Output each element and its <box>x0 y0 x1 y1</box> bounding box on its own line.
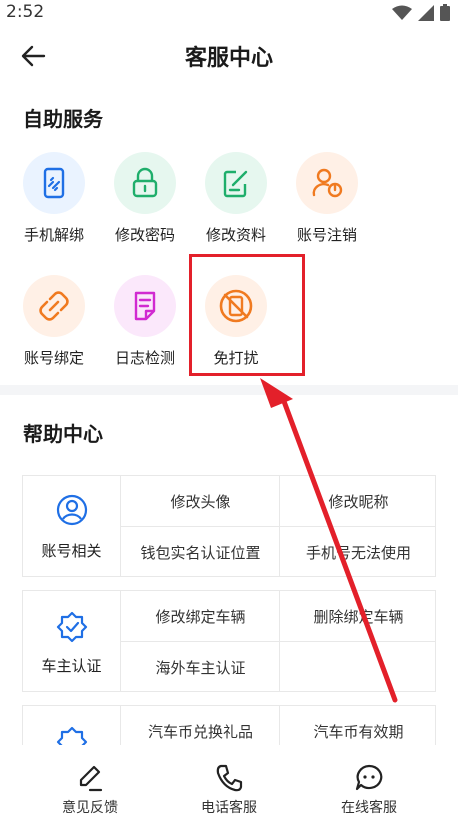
help-item[interactable]: 修改绑定车辆 <box>122 591 279 641</box>
service-label: 修改资料 <box>205 226 266 244</box>
bottom-bar: 意见反馈 电话客服 在线客服 <box>0 745 458 820</box>
service-icon-bg <box>205 152 267 214</box>
service-log-check[interactable]: 日志检测 <box>100 275 190 385</box>
tab-label: 意见反馈 <box>62 800 118 816</box>
link-icon <box>39 291 69 321</box>
service-icon-bg <box>296 152 358 214</box>
log-icon <box>134 291 156 321</box>
phone-unlink-icon <box>43 167 65 199</box>
service-icon-bg <box>114 152 176 214</box>
lock-icon <box>132 167 158 198</box>
service-icon-bg <box>23 152 85 214</box>
help-group-label: 车主认证 <box>41 657 102 675</box>
status-time: 2:52 <box>6 2 45 22</box>
service-icon-bg <box>114 275 176 337</box>
help-item[interactable]: 修改头像 <box>122 476 279 526</box>
help-item[interactable]: 海外车主认证 <box>122 642 279 692</box>
section-divider <box>0 385 458 395</box>
service-label: 账号注销 <box>296 226 357 244</box>
self-service-title: 自助服务 <box>23 107 103 131</box>
help-item[interactable]: 修改昵称 <box>280 476 437 526</box>
page-title: 客服中心 <box>184 46 273 71</box>
help-item[interactable]: 手机号无法使用 <box>280 527 437 577</box>
service-account-cancel[interactable]: 账号注销 <box>282 152 372 262</box>
service-label: 日志检测 <box>114 349 175 367</box>
tab-phone-service[interactable]: 电话客服 <box>169 745 289 820</box>
tab-label: 在线客服 <box>341 800 397 816</box>
nav-bar: 客服中心 <box>0 28 458 84</box>
signal-icon <box>418 4 434 21</box>
verified-badge-icon <box>56 611 88 643</box>
tab-feedback[interactable]: 意见反馈 <box>30 745 150 820</box>
service-label: 账号绑定 <box>23 349 84 367</box>
user-icon <box>56 494 88 526</box>
help-item[interactable]: 删除绑定车辆 <box>280 591 437 641</box>
service-label: 修改密码 <box>114 226 175 244</box>
highlight-box <box>189 254 305 376</box>
chat-icon <box>355 764 383 791</box>
battery-icon <box>440 4 450 21</box>
help-item[interactable]: 钱包实名认证位置 <box>122 527 279 577</box>
service-change-password[interactable]: 修改密码 <box>100 152 190 262</box>
help-center-title: 帮助中心 <box>23 422 103 446</box>
help-group-owner-verify: 车主认证 修改绑定车辆 删除绑定车辆 海外车主认证 <box>22 590 436 692</box>
service-edit-profile[interactable]: 修改资料 <box>191 152 281 262</box>
help-group-account: 账号相关 修改头像 修改昵称 钱包实名认证位置 手机号无法使用 <box>22 475 436 577</box>
help-group-header[interactable]: 账号相关 <box>23 476 121 576</box>
status-icons <box>392 4 450 21</box>
tab-label: 电话客服 <box>201 800 257 816</box>
service-phone-unbind[interactable]: 手机解绑 <box>9 152 99 262</box>
service-account-bind[interactable]: 账号绑定 <box>9 275 99 385</box>
help-item <box>280 642 437 692</box>
help-group-header[interactable]: 车主认证 <box>23 591 121 691</box>
wifi-icon <box>392 5 412 20</box>
feedback-icon <box>79 765 103 792</box>
service-label: 手机解绑 <box>23 226 84 244</box>
tab-online-service[interactable]: 在线客服 <box>309 745 429 820</box>
status-bar: 2:52 <box>0 0 458 28</box>
phone-icon <box>216 764 243 792</box>
edit-profile-icon <box>223 170 248 198</box>
account-cancel-icon <box>312 168 343 198</box>
help-group-label: 账号相关 <box>41 542 102 560</box>
service-icon-bg <box>23 275 85 337</box>
